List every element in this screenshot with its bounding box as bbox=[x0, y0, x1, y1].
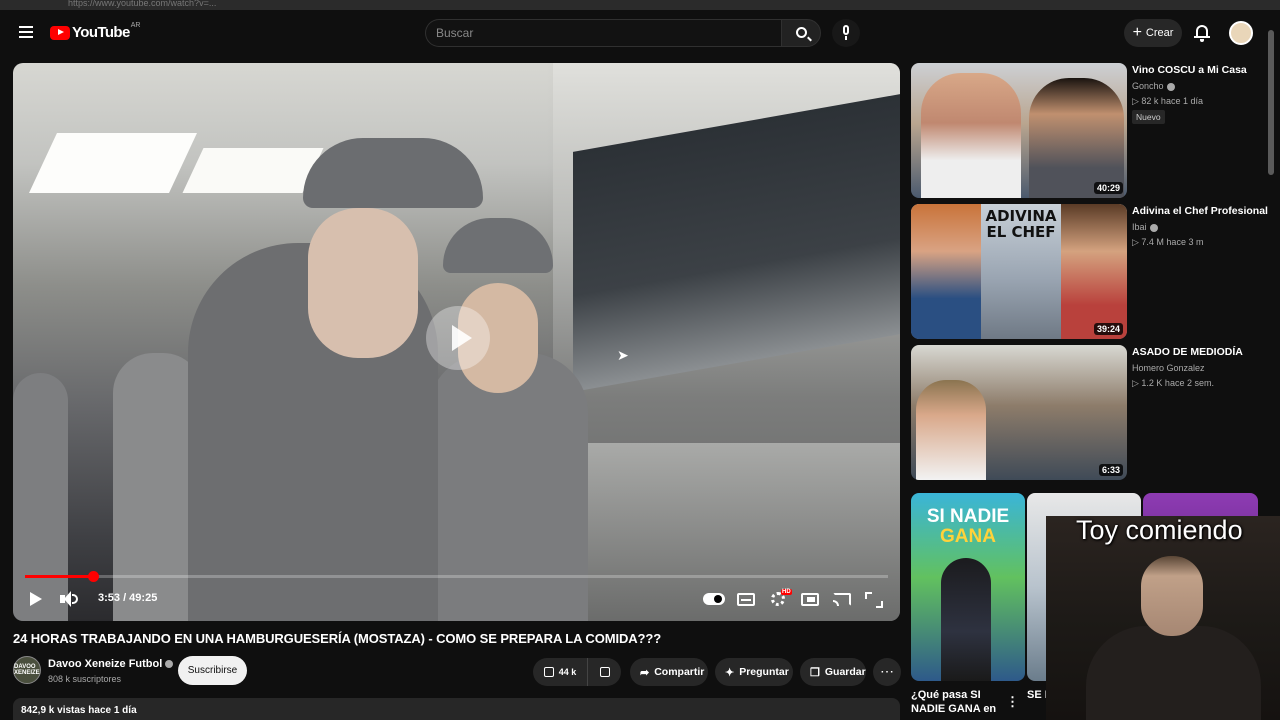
sparkle-icon: ✦ bbox=[725, 666, 735, 679]
short-thumbnail-1[interactable]: SI NADIE GANA bbox=[911, 493, 1025, 681]
verified-icon bbox=[1149, 223, 1158, 232]
ask-button[interactable]: ✦ Preguntar bbox=[715, 658, 793, 686]
browser-toolbar: https://www.youtube.com/watch?v=... bbox=[0, 0, 1280, 10]
menu-icon[interactable] bbox=[19, 26, 33, 38]
recommended-channel[interactable]: Homero Gonzalez bbox=[1132, 363, 1205, 373]
webcam-overlay bbox=[1046, 516, 1280, 720]
channel-name-text: Davoo Xeneize Futbol bbox=[48, 658, 163, 670]
recommended-channel[interactable]: Goncho bbox=[1132, 81, 1175, 91]
recommended-title[interactable]: ASADO DE MEDIODÍA bbox=[1132, 346, 1262, 359]
share-button[interactable]: ➦ Compartir bbox=[630, 658, 708, 686]
verified-icon bbox=[165, 660, 174, 669]
bookmark-icon: ❒ bbox=[810, 666, 820, 679]
recommended-meta: ▷ 7.4 M hace 3 m bbox=[1132, 237, 1204, 247]
like-count: 44 k bbox=[558, 666, 577, 677]
subtitles-icon[interactable] bbox=[737, 590, 755, 608]
channel-name[interactable]: Davoo Xeneize Futbol bbox=[48, 658, 174, 670]
save-button[interactable]: ❒ Guardar bbox=[800, 658, 866, 686]
save-label: Guardar bbox=[824, 666, 866, 678]
webcam-caption: Toy comiendo bbox=[1076, 515, 1243, 545]
create-label: Crear bbox=[1145, 27, 1174, 39]
duration-badge: 39:24 bbox=[1093, 323, 1123, 335]
recommended-meta: ▷ 82 k hace 1 día bbox=[1132, 96, 1203, 106]
cast-icon[interactable] bbox=[833, 590, 851, 608]
microphone-icon bbox=[843, 25, 849, 35]
large-play-icon[interactable] bbox=[426, 306, 490, 370]
subscriber-count: 808 k suscriptores bbox=[48, 674, 122, 684]
progress-scrubber[interactable] bbox=[88, 571, 100, 582]
account-avatar[interactable] bbox=[1229, 21, 1253, 45]
autoplay-toggle[interactable] bbox=[703, 590, 725, 608]
duration-badge: 6:33 bbox=[1098, 464, 1123, 476]
youtube-play-icon bbox=[50, 25, 70, 40]
logo-text: YouTube bbox=[72, 24, 130, 41]
volume-icon[interactable] bbox=[60, 591, 78, 607]
description-box[interactable]: 842,9 k vistas hace 1 día bbox=[13, 698, 900, 720]
short-thumbnail-text: SI NADIE GANA bbox=[911, 507, 1025, 547]
video-thumbnail[interactable]: 6:33 bbox=[911, 345, 1127, 480]
share-label: Compartir bbox=[654, 666, 705, 678]
search-button[interactable] bbox=[781, 19, 821, 47]
mouse-cursor-icon: ➤ bbox=[617, 347, 629, 363]
like-button[interactable]: 44 k bbox=[533, 658, 588, 686]
recommended-channel[interactable]: Ibai bbox=[1132, 222, 1158, 232]
subscribe-button[interactable]: Suscribirse bbox=[178, 656, 247, 685]
masthead: YouTube AR Buscar + Crear bbox=[0, 10, 1280, 56]
recommended-video-1[interactable]: 40:29 Vino COSCU a Mi Casa Goncho ▷ 82 k… bbox=[911, 63, 1261, 198]
video-player[interactable]: ➤ 3:53 / 49:25 HD bbox=[13, 63, 900, 621]
fullscreen-icon[interactable] bbox=[865, 590, 883, 608]
voice-search-button[interactable] bbox=[832, 19, 860, 47]
more-options-icon[interactable]: ⋯ bbox=[873, 658, 901, 686]
thumbs-down-icon bbox=[599, 667, 610, 677]
address-bar[interactable]: https://www.youtube.com/watch?v=... bbox=[68, 0, 216, 8]
short-menu-icon[interactable]: ⋮ bbox=[1006, 694, 1019, 710]
duration-badge: 40:29 bbox=[1093, 182, 1123, 194]
recommended-meta: ▷ 1.2 K hace 2 sem. bbox=[1132, 378, 1214, 388]
recommended-title[interactable]: Adivina el Chef Profesional bbox=[1132, 205, 1268, 218]
search-icon bbox=[796, 27, 807, 38]
plus-icon: + bbox=[1132, 24, 1142, 41]
region-code: AR bbox=[130, 22, 141, 29]
recommended-video-2[interactable]: ADIVINA EL CHEF 39:24 Adivina el Chef Pr… bbox=[911, 204, 1268, 339]
miniplayer-icon[interactable] bbox=[801, 590, 819, 608]
youtube-logo[interactable]: YouTube AR bbox=[50, 22, 141, 41]
video-title: 24 HORAS TRABAJANDO EN UNA HAMBURGUESERÍ… bbox=[13, 631, 662, 646]
share-arrow-icon: ➦ bbox=[640, 666, 650, 679]
channel-text: Ibai bbox=[1132, 222, 1147, 232]
short-title[interactable]: ¿Qué pasa SI NADIE GANA en ... bbox=[911, 688, 1007, 720]
notifications-bell-icon[interactable] bbox=[1194, 24, 1210, 42]
channel-text: Goncho bbox=[1132, 81, 1164, 91]
video-thumbnail[interactable]: ADIVINA EL CHEF 39:24 bbox=[911, 204, 1127, 339]
thumbs-up-icon bbox=[543, 667, 554, 677]
short-text-line-2: GANA bbox=[940, 526, 996, 547]
recommended-title[interactable]: Vino COSCU a Mi Casa bbox=[1132, 64, 1262, 77]
recommended-video-3[interactable]: 6:33 ASADO DE MEDIODÍA Homero Gonzalez ▷… bbox=[911, 345, 1261, 480]
thumbnail-text: ADIVINA EL CHEF bbox=[985, 207, 1057, 241]
progress-fill bbox=[25, 575, 94, 578]
short-text-line-1: SI NADIE bbox=[926, 506, 1010, 527]
create-button[interactable]: + Crear bbox=[1124, 19, 1182, 47]
channel-avatar[interactable]: DAVOO XENEIZE bbox=[13, 656, 41, 684]
views-and-date: 842,9 k vistas hace 1 día bbox=[21, 705, 137, 716]
page-scrollbar[interactable] bbox=[1268, 30, 1274, 175]
video-thumbnail[interactable]: 40:29 bbox=[911, 63, 1127, 198]
search-input[interactable]: Buscar bbox=[425, 19, 781, 47]
new-badge: Nuevo bbox=[1132, 110, 1165, 124]
ask-label: Preguntar bbox=[739, 666, 789, 678]
like-dislike-group: 44 k bbox=[533, 658, 621, 686]
settings-gear-icon[interactable]: HD bbox=[769, 589, 792, 608]
play-icon[interactable] bbox=[28, 591, 44, 607]
progress-bar[interactable] bbox=[25, 571, 888, 582]
time-display: 3:53 / 49:25 bbox=[98, 592, 158, 604]
dislike-button[interactable] bbox=[588, 658, 621, 686]
verified-icon bbox=[1166, 82, 1175, 91]
